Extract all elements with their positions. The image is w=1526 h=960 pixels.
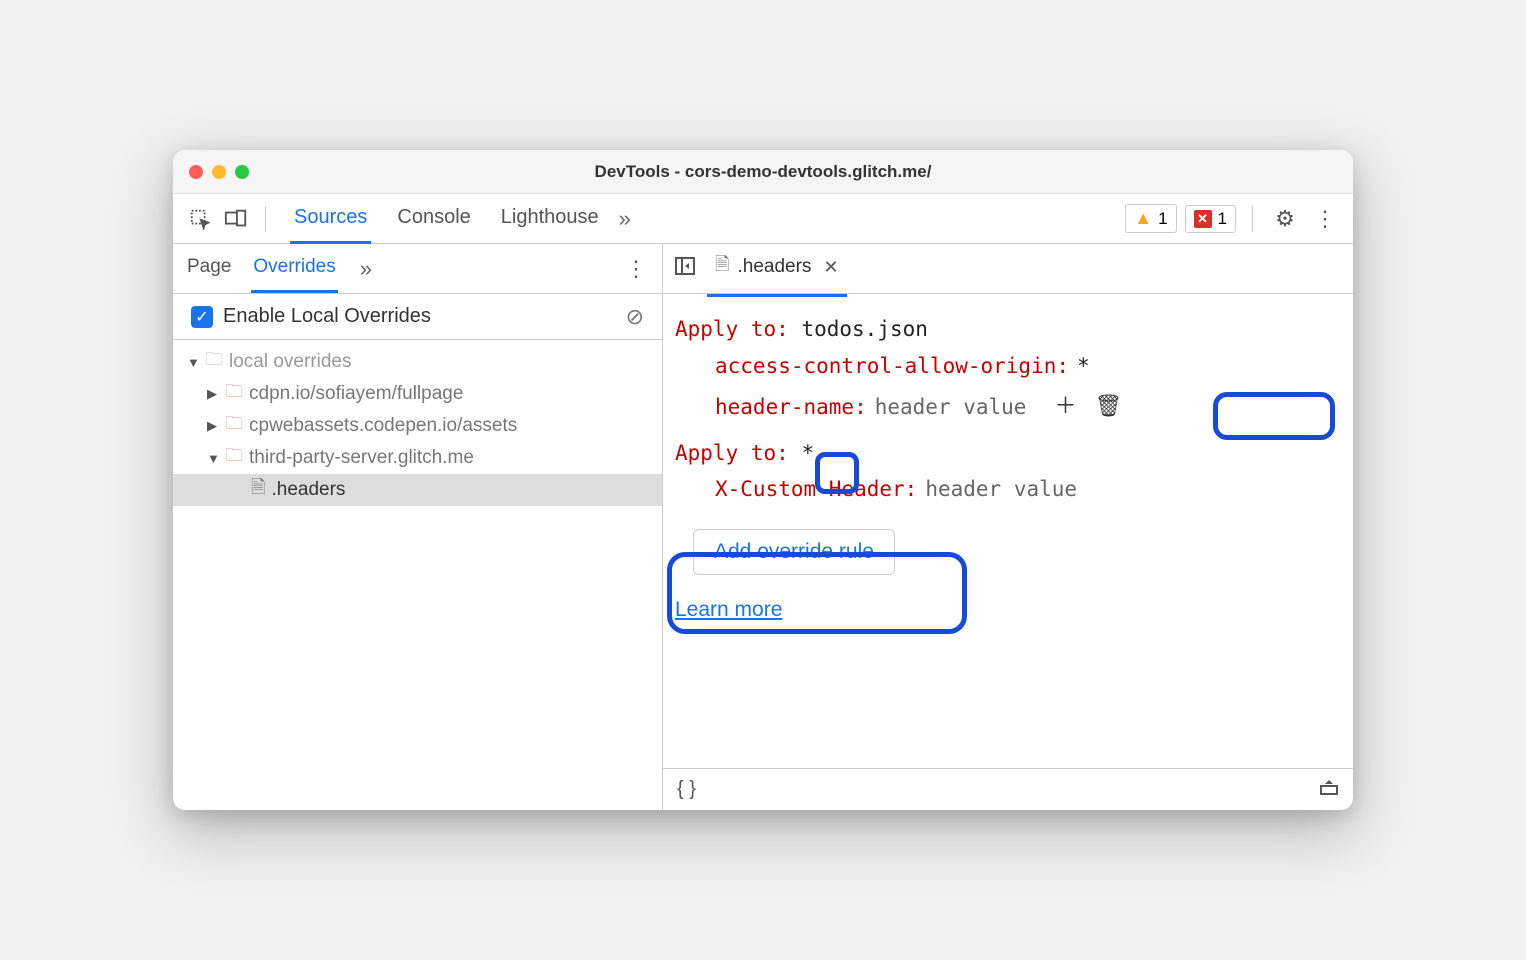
clear-overrides-icon[interactable]: ⊘	[626, 304, 644, 330]
warning-icon: ▲	[1134, 208, 1152, 229]
folder-icon: 🗀	[225, 443, 243, 473]
apply-to-row[interactable]: Apply to: *	[675, 436, 1341, 471]
tab-sources[interactable]: Sources	[290, 194, 371, 244]
enable-overrides-checkbox[interactable]: ✓	[191, 306, 213, 328]
apply-to-row[interactable]: Apply to: todos.json	[675, 312, 1341, 347]
tree-folder-root[interactable]: ▼ 🗀 local overrides	[173, 346, 662, 378]
error-icon: ✕	[1194, 210, 1212, 228]
titlebar: DevTools - cors-demo-devtools.glitch.me/	[173, 150, 1353, 194]
enable-overrides-label: Enable Local Overrides	[223, 305, 431, 328]
tree-folder-item[interactable]: ▼ 🗀 third-party-server.glitch.me	[173, 442, 662, 474]
content-area: Page Overrides » ⋮ ✓ Enable Local Overri…	[173, 244, 1353, 810]
close-tab-icon[interactable]: ✕	[823, 257, 838, 278]
tree-file-headers[interactable]: 🗎 .headers	[173, 474, 662, 506]
editor-pane: 🗎 .headers ✕ Apply to: todos.json access…	[663, 244, 1353, 810]
chevron-right-icon: ▶	[207, 386, 219, 402]
inspect-element-icon[interactable]	[185, 204, 215, 234]
main-tabs: Sources Console Lighthouse	[290, 194, 603, 244]
maximize-window-button[interactable]	[235, 165, 249, 179]
traffic-lights	[189, 165, 249, 179]
minimize-window-button[interactable]	[212, 165, 226, 179]
delete-header-icon[interactable]: 🗑	[1094, 389, 1122, 425]
folder-icon: 🗀	[225, 411, 243, 441]
sidebar: Page Overrides » ⋮ ✓ Enable Local Overri…	[173, 244, 663, 810]
device-toolbar-icon[interactable]	[221, 204, 251, 234]
folder-icon: 🗀	[205, 347, 223, 377]
editor-tab-headers[interactable]: 🗎 .headers ✕	[707, 240, 847, 297]
header-row[interactable]: X-Custom-Header: header value	[675, 472, 1341, 507]
chevron-right-icon: ▶	[207, 418, 219, 434]
pretty-print-icon[interactable]: { }	[677, 778, 696, 801]
chevron-down-icon: ▼	[207, 451, 219, 466]
main-toolbar: Sources Console Lighthouse » ▲ 1 ✕ 1 ⚙ ⋮	[173, 194, 1353, 244]
enable-overrides-row: ✓ Enable Local Overrides ⊘	[173, 294, 662, 340]
toggle-navigator-icon[interactable]	[671, 257, 699, 280]
folder-icon: 🗀	[225, 379, 243, 409]
header-row[interactable]: header-name: header value ＋ 🗑	[675, 385, 1341, 429]
file-icon: 🗎	[715, 252, 729, 282]
editor-tabs: 🗎 .headers ✕	[663, 244, 1353, 294]
sidebar-tabs: Page Overrides » ⋮	[173, 244, 662, 294]
devtools-window: DevTools - cors-demo-devtools.glitch.me/…	[173, 150, 1353, 810]
show-drawer-icon[interactable]	[1319, 778, 1339, 802]
sidebar-more-icon[interactable]: ⋮	[622, 256, 650, 282]
tab-page[interactable]: Page	[185, 244, 233, 293]
divider	[1252, 206, 1253, 232]
header-row[interactable]: access-control-allow-origin: *	[675, 349, 1341, 384]
header-actions: ＋ 🗑	[1044, 385, 1132, 429]
warning-count: 1	[1158, 209, 1167, 229]
file-icon: 🗎	[251, 475, 265, 505]
divider	[265, 206, 266, 232]
tree-folder-item[interactable]: ▶ 🗀 cdpn.io/sofiayem/fullpage	[173, 378, 662, 410]
more-tabs-icon[interactable]: »	[619, 206, 631, 232]
warnings-badge[interactable]: ▲ 1	[1125, 204, 1176, 233]
errors-badge[interactable]: ✕ 1	[1185, 205, 1236, 233]
more-sidebar-tabs-icon[interactable]: »	[360, 256, 372, 282]
error-count: 1	[1218, 209, 1227, 229]
add-header-icon[interactable]: ＋	[1054, 389, 1076, 425]
editor-body: Apply to: todos.json access-control-allo…	[663, 294, 1353, 768]
settings-icon[interactable]: ⚙	[1269, 206, 1301, 232]
tab-overrides[interactable]: Overrides	[251, 244, 337, 293]
add-override-rule-button[interactable]: Add override rule	[693, 529, 895, 575]
file-tree: ▼ 🗀 local overrides ▶ 🗀 cdpn.io/sofiayem…	[173, 340, 662, 810]
chevron-down-icon: ▼	[187, 355, 199, 370]
editor-tab-label: .headers	[737, 256, 811, 278]
close-window-button[interactable]	[189, 165, 203, 179]
tab-console[interactable]: Console	[393, 194, 474, 244]
learn-more-link[interactable]: Learn more	[675, 593, 782, 628]
tab-lighthouse[interactable]: Lighthouse	[497, 194, 603, 244]
more-menu-icon[interactable]: ⋮	[1309, 206, 1341, 232]
window-title: DevTools - cors-demo-devtools.glitch.me/	[189, 162, 1337, 182]
editor-footer: { }	[663, 768, 1353, 810]
tree-folder-item[interactable]: ▶ 🗀 cpwebassets.codepen.io/assets	[173, 410, 662, 442]
